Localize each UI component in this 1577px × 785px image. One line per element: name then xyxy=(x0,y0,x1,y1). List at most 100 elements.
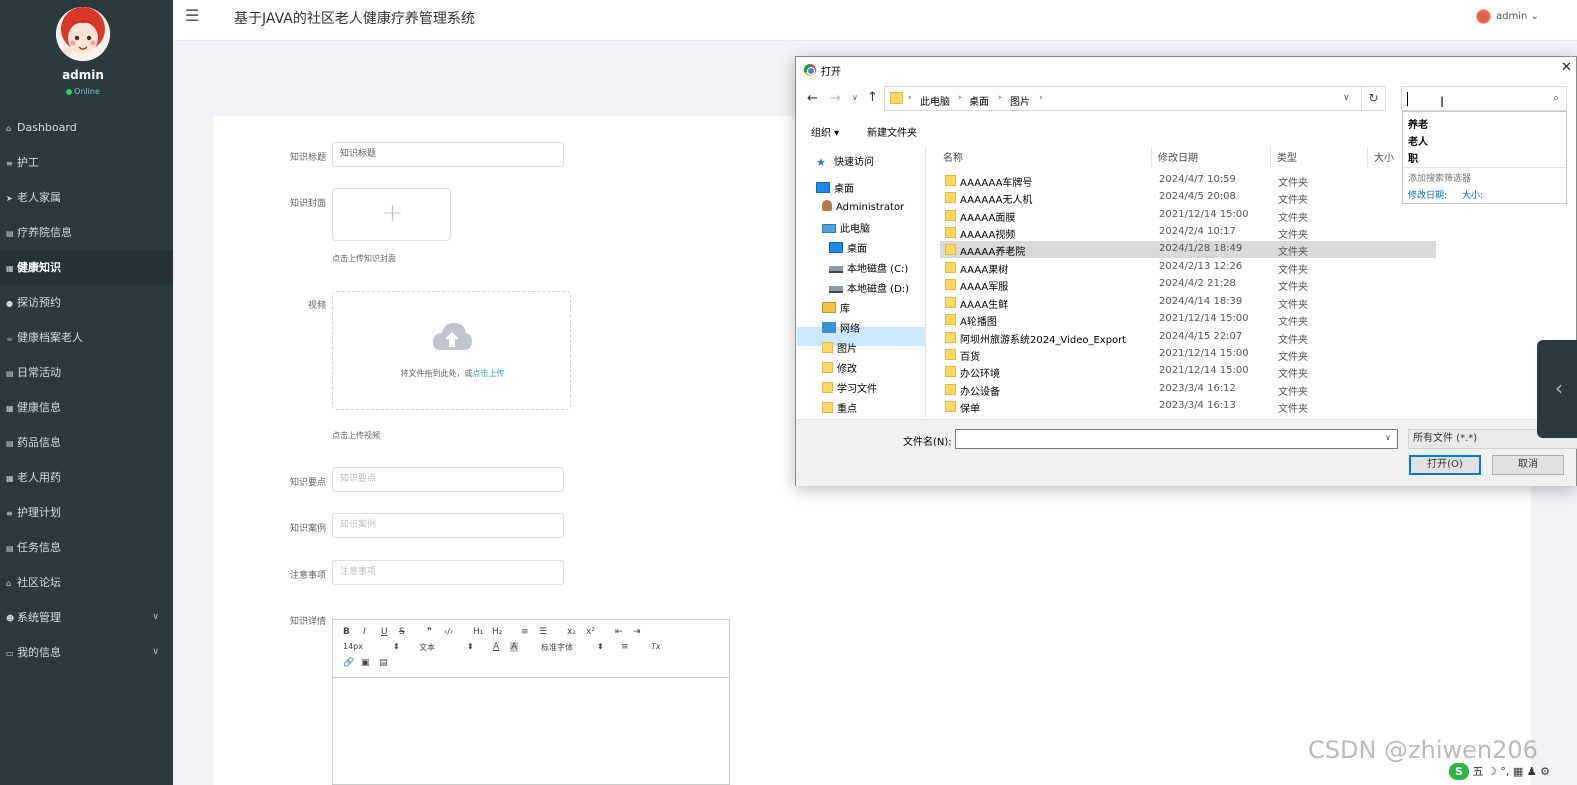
nav-key-points[interactable]: 重点 xyxy=(822,400,857,415)
sidebar-item-family[interactable]: ➤ 老人家属 xyxy=(0,180,173,215)
sidebar-item-medicine[interactable]: ▤ 药品信息 xyxy=(0,425,173,460)
nav-administrator[interactable]: Administrator xyxy=(822,200,904,213)
sidebar-item-caregiver[interactable]: ≡ 护工 xyxy=(0,145,173,180)
align-icon[interactable]: ≡ xyxy=(621,642,629,652)
menu-toggle-icon[interactable]: ☰ xyxy=(185,6,199,25)
font-family-select[interactable]: 标准字体 ⬍ xyxy=(541,642,604,653)
strike-button[interactable]: S xyxy=(399,627,405,637)
nav-study-files[interactable]: 学习文件 xyxy=(822,380,877,395)
sidebar-item-dashboard[interactable]: ⌂ Dashboard xyxy=(0,110,173,145)
code-button[interactable]: ‹/› xyxy=(444,627,453,636)
nav-network[interactable]: 网络 xyxy=(822,320,860,335)
clear-format-button[interactable]: Tx xyxy=(651,642,661,651)
column-divider[interactable] xyxy=(1270,147,1271,167)
refresh-icon[interactable]: ↻ xyxy=(1362,86,1386,111)
nav-modify[interactable]: 修改 xyxy=(822,360,857,375)
title-input[interactable]: 知识标题 xyxy=(332,142,564,167)
ime-toolbar[interactable]: S 五 ☽ °, ▦ ♟ ⚙ xyxy=(1449,763,1577,785)
header-avatar[interactable] xyxy=(1476,9,1491,24)
open-button[interactable]: 打开(O) xyxy=(1409,455,1481,475)
nav-pictures[interactable]: 图片 xyxy=(822,340,857,355)
text-color-icon[interactable]: A xyxy=(493,642,499,652)
ordered-list-button[interactable]: ≡ xyxy=(521,627,529,637)
column-divider[interactable] xyxy=(1367,147,1368,167)
column-name[interactable]: 名称 xyxy=(943,149,963,164)
file-row[interactable]: AAAA军服 2024/4/2 21:28 文件夹 xyxy=(940,276,1436,293)
sidebar-item-sanatorium[interactable]: ▤ 疗养院信息 xyxy=(0,215,173,250)
video-dropzone[interactable]: 将文件拖到此处，或点击上传 xyxy=(332,291,571,410)
quote-button[interactable]: ❞ xyxy=(427,627,432,637)
bold-button[interactable]: B xyxy=(343,627,350,637)
column-date[interactable]: 修改日期 xyxy=(1158,149,1198,164)
notes-input[interactable]: 注意事项 xyxy=(332,560,564,585)
file-row[interactable]: AAAAA视频 2024/2/4 10:17 文件夹 xyxy=(940,224,1436,241)
superscript-button[interactable]: x² xyxy=(586,627,595,637)
nav-quick-access[interactable]: ★ 快速访问 xyxy=(816,153,874,168)
case-input[interactable]: 知识案例 xyxy=(332,513,564,538)
search-input[interactable]: ⌕ xyxy=(1401,86,1567,111)
close-icon[interactable]: ✕ xyxy=(1561,60,1572,75)
address-bar[interactable]: › 此电脑 › 桌面 › 图片 › ∨ xyxy=(884,86,1362,111)
nav-desktop-selected[interactable]: 桌面 xyxy=(829,240,867,255)
search-icon[interactable]: ⌕ xyxy=(1553,91,1559,105)
image-icon[interactable]: ▣ xyxy=(361,658,370,668)
column-type[interactable]: 类型 xyxy=(1277,149,1297,164)
upload-link[interactable]: 点击上传 xyxy=(473,369,505,378)
file-row[interactable]: AAAAA面膜 2021/12/14 15:00 文件夹 xyxy=(940,207,1436,224)
underline-button[interactable]: U xyxy=(381,627,388,637)
organize-button[interactable]: 组织 ▾ xyxy=(811,124,839,139)
format-select[interactable]: 文本 ⬍ xyxy=(419,642,474,653)
recent-dropdown-icon[interactable]: ∨ xyxy=(852,93,858,102)
sidebar-item-forum[interactable]: ⌂ 社区论坛 xyxy=(0,565,173,600)
filter-date-link[interactable]: 修改日期: xyxy=(1408,188,1447,201)
nav-libraries[interactable]: 库 xyxy=(822,300,850,315)
nav-this-pc[interactable]: 此电脑 xyxy=(822,220,870,235)
file-row[interactable]: AAAA果树 2024/2/13 12:26 文件夹 xyxy=(940,259,1436,276)
italic-button[interactable]: I xyxy=(363,627,366,637)
chevron-down-icon[interactable]: ∨ xyxy=(1385,433,1391,442)
bullet-list-button[interactable]: ☰ xyxy=(539,627,547,637)
nav-drive-c[interactable]: 本地磁盘 (C:) xyxy=(829,260,908,275)
file-row[interactable]: 办公设备 2023/3/4 16:12 文件夹 xyxy=(940,381,1436,398)
avatar[interactable] xyxy=(56,7,110,61)
file-row[interactable]: 保单 2023/3/4 16:13 文件夹 xyxy=(940,398,1436,415)
file-row[interactable]: 百货 2021/12/14 15:00 文件夹 xyxy=(940,346,1436,363)
back-arrow-icon[interactable]: ← xyxy=(807,91,818,106)
video-icon[interactable]: ▤ xyxy=(379,658,388,668)
filename-input[interactable]: ∨ xyxy=(955,429,1398,449)
font-size-select[interactable]: 14px ⬍ xyxy=(343,642,400,651)
rich-text-editor[interactable]: B I U S ❞ ‹/› H₁ H₂ ≡ ☰ x₂ x² ⇤ ⇥ 14px ⬍ … xyxy=(332,619,730,785)
file-row[interactable]: AAAA生鲜 2024/4/14 18:39 文件夹 xyxy=(940,294,1436,311)
sidebar-item-health-info[interactable]: ▦ 健康信息 xyxy=(0,390,173,425)
suggestion-item[interactable]: 老人 xyxy=(1408,133,1428,148)
sidebar-item-system[interactable]: ☻ 系统管理 ∨ xyxy=(0,600,173,635)
cancel-button[interactable]: 取消 xyxy=(1492,455,1564,475)
chevron-down-icon[interactable]: ∨ xyxy=(1343,93,1350,103)
breadcrumb-pictures[interactable]: 图片 xyxy=(1010,93,1030,108)
breadcrumb-desktop[interactable]: 桌面 xyxy=(969,93,989,108)
points-input[interactable]: 知识要点 xyxy=(332,467,564,492)
filter-size-link[interactable]: 大小: xyxy=(1462,188,1483,201)
sidebar-item-health-knowledge[interactable]: ▦ 健康知识 xyxy=(0,250,173,285)
outdent-button[interactable]: ⇤ xyxy=(615,627,623,637)
nav-drive-d[interactable]: 本地磁盘 (D:) xyxy=(829,280,909,295)
user-menu[interactable]: admin ⌄ xyxy=(1496,11,1539,22)
forward-arrow-icon[interactable]: → xyxy=(830,91,841,106)
sidebar-item-elder-medication[interactable]: ▦ 老人用药 xyxy=(0,460,173,495)
file-row[interactable]: 阿坝州旅游系统2024_Video_Export 2024/4/15 22:07 文… xyxy=(940,329,1436,346)
file-row[interactable]: AAAAAA无人机 2024/4/5 20:08 文件夹 xyxy=(940,189,1436,206)
file-row[interactable]: 办公环境 2021/12/14 15:00 文件夹 xyxy=(940,363,1436,380)
dialog-titlebar[interactable]: 打开 ✕ xyxy=(796,57,1576,83)
subscript-button[interactable]: x₂ xyxy=(567,627,576,637)
cover-upload[interactable]: + xyxy=(332,188,451,241)
sidebar-item-daily-activity[interactable]: ▤ 日常活动 xyxy=(0,355,173,390)
h2-button[interactable]: H₂ xyxy=(492,627,502,637)
column-divider[interactable] xyxy=(1151,147,1152,167)
side-panel-toggle[interactable]: ‹ xyxy=(1537,340,1577,438)
nav-desktop[interactable]: 桌面 xyxy=(816,180,854,195)
sidebar-item-tasks[interactable]: ▤ 任务信息 xyxy=(0,530,173,565)
h1-button[interactable]: H₁ xyxy=(473,627,483,637)
file-row[interactable]: AAAAAA车牌号 2024/4/7 10:59 文件夹 xyxy=(940,172,1436,189)
bg-color-icon[interactable]: A xyxy=(510,642,519,652)
suggestion-item[interactable]: 养老 xyxy=(1408,116,1428,131)
